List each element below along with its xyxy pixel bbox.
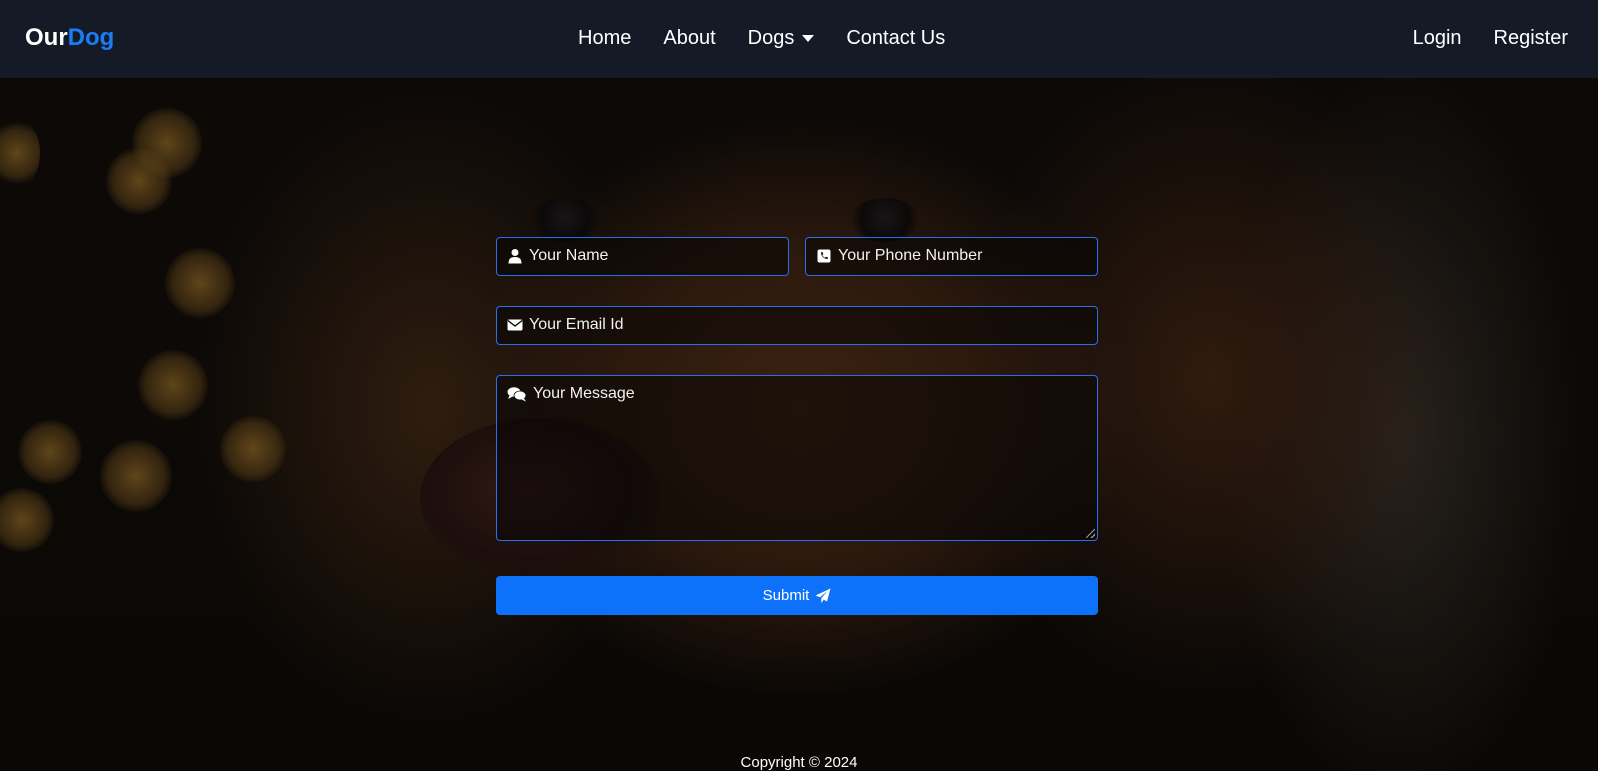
envelope-icon: [507, 319, 523, 331]
textarea-resize-handle[interactable]: [1086, 529, 1095, 538]
brand-logo[interactable]: OurDog: [25, 24, 114, 52]
name-placeholder: Your Name: [529, 247, 609, 264]
footer-copyright: Copyright © 2024: [740, 754, 858, 771]
phone-input[interactable]: Your Phone Number: [805, 237, 1098, 276]
nav-dogs-label: Dogs: [747, 27, 795, 49]
name-input[interactable]: Your Name: [496, 237, 789, 276]
brand-text-dog: Dog: [67, 24, 115, 51]
message-placeholder: Your Message: [533, 385, 635, 402]
comments-icon: [507, 387, 527, 402]
nav-dogs-dropdown[interactable]: Dogs: [748, 26, 815, 50]
nav-contact-us[interactable]: Contact Us: [846, 26, 945, 50]
caret-down-icon: [802, 35, 815, 43]
brand-text-our: Our: [25, 24, 68, 51]
paper-plane-icon: [815, 588, 831, 603]
submit-button[interactable]: Submit: [496, 576, 1098, 615]
navbar: OurDog Home About Dogs Contact Us Login …: [0, 0, 1598, 78]
email-input[interactable]: Your Email Id: [496, 306, 1098, 345]
main-nav: Home About Dogs Contact Us: [578, 26, 945, 50]
message-textarea[interactable]: Your Message: [496, 375, 1098, 541]
nav-about[interactable]: About: [663, 26, 715, 50]
phone-icon: [817, 249, 831, 263]
user-icon: [508, 249, 522, 264]
auth-nav: Login Register: [1413, 26, 1568, 50]
submit-label: Submit: [762, 587, 810, 604]
nav-register[interactable]: Register: [1494, 26, 1568, 50]
nav-login[interactable]: Login: [1413, 26, 1462, 50]
phone-placeholder: Your Phone Number: [838, 247, 983, 264]
nav-home[interactable]: Home: [578, 26, 631, 50]
email-placeholder: Your Email Id: [529, 316, 624, 333]
